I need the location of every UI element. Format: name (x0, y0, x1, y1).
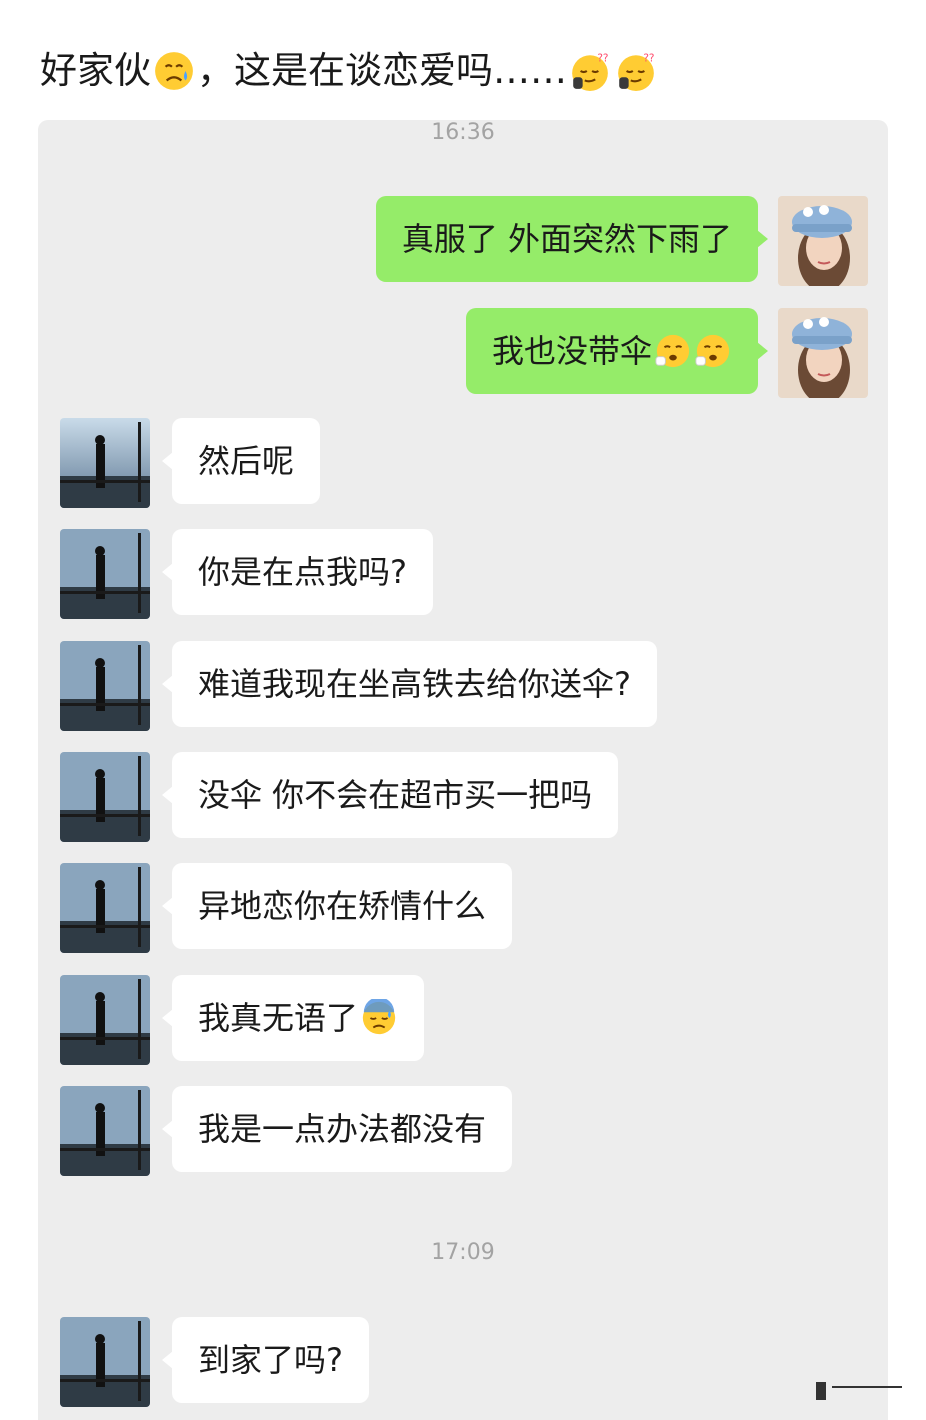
message-bubble-incoming[interactable]: 然后呢 (161, 418, 321, 504)
post-title-middle: ，这是在谈恋爱吗…… (197, 49, 567, 92)
message-text: 然后呢 (198, 442, 295, 480)
post-title: 好家伙 ，这是在谈恋爱吗…… ?? ?? (40, 46, 659, 96)
svg-text:??: ?? (643, 53, 654, 65)
avatar-contact[interactable] (60, 641, 150, 731)
timestamp: 16:36 (431, 120, 495, 145)
avatar-contact[interactable] (60, 1086, 150, 1176)
message-text: 异地恋你在矫情什么 (198, 887, 487, 925)
sad-sweat-emoji-icon (153, 50, 195, 92)
message-text: 我是一点办法都没有 (198, 1110, 487, 1148)
avatar-contact[interactable] (60, 418, 150, 508)
timestamp: 17:09 (431, 1240, 495, 1265)
watermark-icon (814, 1376, 904, 1406)
message-text: 真服了 外面突然下雨了 (401, 220, 732, 258)
crying-face-emoji-icon (694, 332, 732, 370)
message-bubble-incoming[interactable]: 难道我现在坐高铁去给你送伞? (162, 641, 657, 727)
crying-face-emoji-icon (654, 332, 692, 370)
downcast-sweat-emoji-icon (360, 999, 398, 1037)
svg-text:??: ?? (597, 53, 608, 65)
sleepy-thinking-emoji-icon: ?? (615, 50, 657, 92)
avatar-contact[interactable] (60, 975, 150, 1065)
message-text: 我也没带伞 (491, 332, 652, 370)
avatar-self[interactable] (778, 196, 868, 286)
avatar-contact[interactable] (60, 752, 150, 842)
message-bubble-incoming[interactable]: 我是一点办法都没有 (161, 1086, 513, 1172)
message-text: 难道我现在坐高铁去给你送伞? (198, 665, 631, 703)
chat-panel[interactable]: 16:36 真服了 外面突然下雨了 我也没带伞 然后呢 你是在点我吗? 难道我现… (38, 120, 888, 1420)
message-text: 我真无语了 (198, 999, 359, 1037)
message-text: 你是在点我吗? (198, 553, 407, 591)
message-bubble-outgoing[interactable]: 真服了 外面突然下雨了 (375, 196, 769, 282)
message-bubble-outgoing[interactable]: 我也没带伞 (465, 308, 769, 394)
message-bubble-incoming[interactable]: 没伞 你不会在超市买一把吗 (161, 752, 619, 838)
avatar-self[interactable] (778, 308, 868, 398)
avatar-contact[interactable] (60, 863, 150, 953)
message-text: 没伞 你不会在超市买一把吗 (198, 776, 593, 814)
post-title-prefix: 好家伙 (40, 49, 151, 92)
message-bubble-incoming[interactable]: 你是在点我吗? (162, 529, 433, 615)
avatar-contact[interactable] (60, 529, 150, 619)
message-bubble-incoming[interactable]: 到家了吗? (162, 1317, 369, 1403)
message-bubble-incoming[interactable]: 我真无语了 (161, 975, 425, 1061)
message-bubble-incoming[interactable]: 异地恋你在矫情什么 (161, 863, 513, 949)
sleepy-thinking-emoji-icon: ?? (569, 50, 611, 92)
avatar-contact[interactable] (60, 1317, 150, 1407)
message-text: 到家了吗? (198, 1341, 343, 1379)
